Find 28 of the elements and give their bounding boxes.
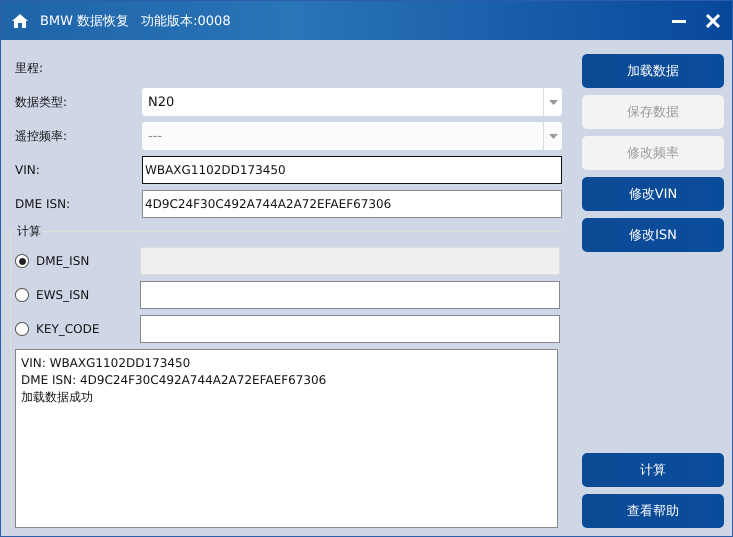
input-field[interactable]: 4D9C24F30C492A744A2A72EFAEF67306 [142,190,562,218]
input-field[interactable] [140,281,560,309]
log-line: 加载数据成功 [21,389,94,406]
radio-button[interactable]: DME_ISN [15,254,138,268]
window-title: BMW 数据恢复 [40,12,130,30]
log-line: VIN: WBAXG1102DD173450 [21,355,192,372]
input-field[interactable] [140,315,560,343]
version-label: 功能版本:0008 [141,12,231,30]
action-button[interactable]: 加载数据 [582,54,724,88]
dropdown[interactable]: N20 [142,88,562,116]
group-title: 计算 [15,223,43,240]
action-button[interactable]: 计算 [582,453,724,487]
input-field[interactable]: WBAXG1102DD173450 [142,156,562,184]
action-button[interactable]: 修改VIN [582,177,724,211]
action-button[interactable]: 修改ISN [582,218,724,252]
field-label: DME ISN: [15,197,72,211]
field-label: VIN: [15,163,41,177]
radio-button[interactable]: KEY_CODE [15,322,138,336]
field-label: 数据类型: [15,94,68,110]
dropdown-arrow-icon [548,134,558,138]
action-button[interactable]: 查看帮助 [582,494,724,528]
field-label: 遥控频率: [15,128,68,144]
mileage-label: 里程: [15,60,44,77]
close-icon[interactable] [706,14,720,28]
dropdown-arrow-icon [548,100,558,104]
log-line: DME ISN: 4D9C24F30C492A744A2A72EFAEF67306 [21,372,328,389]
home-icon[interactable] [12,14,28,28]
radio-button[interactable]: EWS_ISN [15,288,138,302]
